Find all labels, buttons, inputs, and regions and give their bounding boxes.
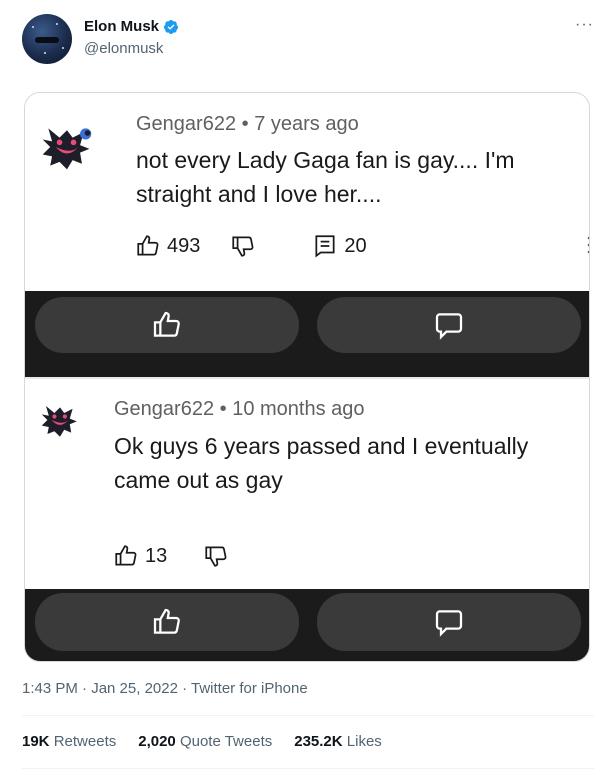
author-handle[interactable]: @elonmusk (84, 40, 163, 57)
quotes-count: 2,020 (138, 733, 176, 750)
comment-actions: 13 (113, 543, 229, 569)
likes-stat[interactable]: 235.2K Likes (294, 733, 382, 750)
divider (22, 768, 594, 769)
like-count: 13 (145, 544, 168, 567)
comment-pill (317, 297, 581, 353)
dislike-action (230, 233, 256, 259)
comment-meta: Gengar622 • 10 months ago (114, 398, 365, 420)
dark-action-bar (25, 589, 589, 661)
author-name[interactable]: Elon Musk (84, 18, 159, 35)
comment-author: Gengar622 (136, 113, 237, 135)
retweets-stat[interactable]: 19K Retweets (22, 733, 116, 750)
likes-count: 235.2K (294, 733, 343, 750)
comment-card: Gengar622 • 7 years ago not every Lady G… (25, 93, 589, 291)
like-action: 13 (113, 543, 167, 569)
comment-card: Gengar622 • 10 months ago Ok guys 6 year… (25, 377, 589, 589)
comment-meta: Gengar622 • 7 years ago (136, 113, 359, 135)
thumbs-up-icon (153, 608, 180, 634)
divider (25, 377, 589, 379)
quote-tweets-stat[interactable]: 2,020 Quote Tweets (138, 733, 272, 750)
thumbs-up-icon (153, 311, 180, 337)
thumbs-down-icon (205, 546, 227, 567)
tweet: Elon Musk @elonmusk ··· Gengar622 • 7 ye… (0, 0, 616, 771)
thumbs-up-icon (115, 545, 137, 566)
thumbs-up-icon (137, 235, 159, 256)
reply-action: 20 (312, 233, 367, 259)
comment-author: Gengar622 (114, 398, 215, 420)
like-pill (35, 593, 299, 651)
tweet-media-image[interactable]: Gengar622 • 7 years ago not every Lady G… (24, 92, 590, 662)
comment-text: Ok guys 6 years passed and I eventually … (114, 433, 529, 493)
thumbs-down-icon (232, 236, 254, 257)
spaceship-image (35, 37, 59, 43)
comment-icon (315, 235, 335, 258)
dislike-action (203, 543, 229, 569)
comment-actions: 493 20 (135, 233, 367, 259)
comment-age: 10 months ago (232, 398, 365, 420)
more-icon[interactable]: ··· (575, 16, 594, 34)
author-name-row: Elon Musk (84, 18, 179, 35)
likes-label: Likes (346, 733, 382, 750)
dark-action-bar (25, 291, 589, 377)
chat-bubble-icon (435, 610, 463, 637)
comment-age: 7 years ago (254, 113, 359, 135)
like-pill (35, 297, 299, 353)
retweets-label: Retweets (53, 733, 117, 750)
reply-count: 20 (344, 234, 367, 257)
comment-text: not every Lady Gaga fan is gay.... I'm s… (136, 147, 515, 207)
gengar-avatar-icon (42, 128, 92, 170)
divider (22, 715, 594, 716)
verified-badge-icon (164, 19, 179, 34)
kebab-menu-icon (587, 236, 589, 254)
quotes-label: Quote Tweets (179, 733, 273, 750)
tweet-stats: 19K Retweets 2,020 Quote Tweets 235.2K L… (22, 733, 382, 750)
comment-pill (317, 593, 581, 651)
author-avatar[interactable] (22, 14, 72, 64)
retweets-count: 19K (22, 733, 50, 750)
tweet-timestamp[interactable]: 1:43 PM · Jan 25, 2022 · Twitter for iPh… (22, 680, 308, 697)
gengar-avatar-icon (41, 406, 77, 437)
like-action: 493 (135, 233, 200, 259)
chat-bubble-icon (435, 313, 463, 340)
like-count: 493 (167, 234, 201, 257)
